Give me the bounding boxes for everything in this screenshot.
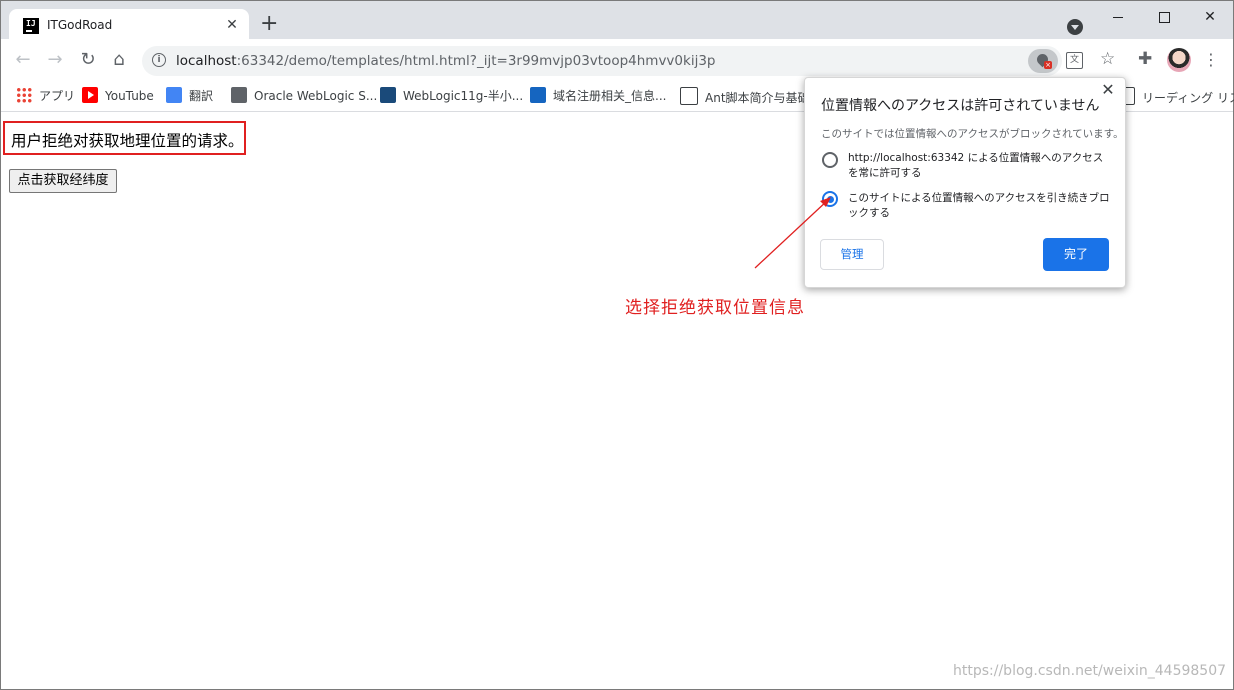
url-host: localhost bbox=[176, 53, 237, 69]
translate-icon[interactable]: 文 bbox=[1066, 52, 1083, 69]
browser-toolbar: ← → ↻ ⌂ i localhost:63342/demo/templates… bbox=[1, 40, 1233, 80]
maximize-button[interactable] bbox=[1141, 5, 1187, 29]
watermark: https://blog.csdn.net/weixin_44598507 bbox=[953, 663, 1227, 679]
tab-strip: IJ ITGodRoad ✕ + ✕ bbox=[1, 1, 1233, 40]
popup-title: 位置情報へのアクセスは許可されていません bbox=[821, 98, 1100, 114]
extensions-icon[interactable]: ✚ bbox=[1138, 49, 1152, 69]
block-option-label[interactable]: このサイトによる位置情報へのアクセスを引き続きブロックする bbox=[848, 191, 1110, 221]
new-tab-button[interactable]: + bbox=[260, 13, 278, 35]
url-path: :63342/demo/templates/html.html?_ijt=3r9… bbox=[236, 53, 716, 69]
allow-option-label[interactable]: http://localhost:63342 による位置情報へのアクセスを常に許… bbox=[848, 151, 1110, 181]
bookmark-domain[interactable]: 域名注册相关_信息... bbox=[530, 87, 666, 105]
bookmark-star-icon[interactable]: ☆ bbox=[1100, 49, 1115, 69]
back-button[interactable]: ← bbox=[11, 49, 35, 71]
tab-title: ITGodRoad bbox=[47, 18, 113, 32]
forward-button[interactable]: → bbox=[43, 49, 67, 71]
home-button[interactable]: ⌂ bbox=[107, 49, 131, 71]
popup-close-icon[interactable]: ✕ bbox=[1099, 81, 1117, 99]
window-close-button[interactable]: ✕ bbox=[1187, 5, 1233, 29]
reload-button[interactable]: ↻ bbox=[76, 49, 100, 71]
csdn-icon bbox=[380, 87, 396, 103]
address-bar[interactable]: i localhost:63342/demo/templates/html.ht… bbox=[142, 46, 1115, 76]
intellij-favicon-icon: IJ bbox=[23, 18, 39, 34]
google-translate-icon bbox=[166, 87, 182, 103]
location-permission-popup: 位置情報へのアクセスは許可されていません ✕ このサイトでは位置情報へのアクセス… bbox=[804, 77, 1126, 288]
tab-close-icon[interactable]: ✕ bbox=[223, 16, 241, 34]
block-radio[interactable] bbox=[822, 191, 838, 207]
menu-icon[interactable]: ⋮ bbox=[1203, 48, 1219, 72]
minimize-button[interactable] bbox=[1095, 5, 1141, 29]
youtube-icon bbox=[82, 87, 98, 103]
url-text[interactable]: localhost:63342/demo/templates/html.html… bbox=[176, 53, 716, 69]
globe-icon bbox=[231, 87, 247, 103]
bookmark-ant[interactable]: Ant脚本简介与基础 bbox=[680, 87, 810, 105]
reading-list[interactable]: リーディング リスト bbox=[1117, 87, 1234, 105]
bookmark-youtube[interactable]: YouTube bbox=[82, 87, 154, 105]
popup-description: このサイトでは位置情報へのアクセスがブロックされています。 bbox=[821, 128, 1124, 140]
location-blocked-icon[interactable]: × bbox=[1028, 49, 1058, 73]
error-message-box: 用户拒绝对获取地理位置的请求。 bbox=[3, 121, 246, 155]
bookmark-apps[interactable]: アプリ bbox=[16, 87, 75, 105]
annotation-text: 选择拒绝获取位置信息 bbox=[625, 298, 805, 318]
tab-search-icon[interactable] bbox=[1067, 19, 1083, 35]
site-info-icon[interactable]: i bbox=[152, 53, 166, 67]
allow-radio[interactable] bbox=[822, 152, 838, 168]
error-message: 用户拒绝对获取地理位置的请求。 bbox=[11, 132, 244, 150]
bookmark-translate[interactable]: 翻訳 bbox=[166, 87, 213, 105]
get-coordinates-button[interactable]: 点击获取经纬度 bbox=[9, 169, 117, 193]
tab-itgodroad[interactable]: IJ ITGodRoad ✕ bbox=[9, 9, 249, 40]
done-button[interactable]: 完了 bbox=[1043, 238, 1109, 271]
bookmark-oracle-weblogic[interactable]: Oracle WebLogic S... bbox=[231, 87, 377, 105]
profile-avatar[interactable] bbox=[1167, 48, 1191, 72]
manage-button[interactable]: 管理 bbox=[820, 239, 884, 270]
ant-icon bbox=[680, 87, 698, 105]
bookmark-weblogic11g[interactable]: WebLogic11g-半小... bbox=[380, 87, 523, 105]
apps-grid-icon bbox=[16, 87, 32, 103]
vs-icon bbox=[530, 87, 546, 103]
